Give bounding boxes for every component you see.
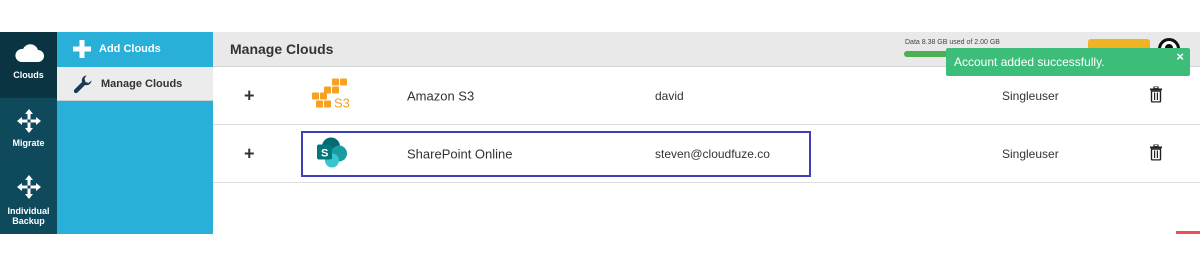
amazon-s3-logo: S3 [310, 78, 354, 113]
nav-item-migrate[interactable]: Migrate [0, 102, 57, 162]
cloud-type: Singleuser [1002, 146, 1059, 161]
nav-item-clouds[interactable]: Clouds [0, 32, 57, 98]
cloud-type: Singleuser [1002, 88, 1059, 103]
plus-icon [73, 40, 91, 58]
cloud-name: Amazon S3 [407, 88, 475, 103]
storage-usage-text: Data 8.38 GB used of 2.00 GB [905, 39, 1000, 46]
manage-clouds-button[interactable]: Manage Clouds [57, 67, 213, 101]
page-title: Manage Clouds [230, 41, 334, 57]
expand-button[interactable]: + [244, 143, 255, 164]
svg-text:S3: S3 [334, 95, 350, 110]
primary-nav: Clouds Migrate Individual Backup [0, 32, 57, 234]
table-row: + S SharePoint Online steven@cloudfuze.c… [213, 125, 1200, 183]
trash-icon[interactable] [1149, 85, 1163, 105]
toast-message: Account added successfully. [954, 55, 1105, 69]
trash-icon[interactable] [1149, 143, 1163, 163]
add-clouds-button[interactable]: Add Clouds [57, 32, 213, 66]
nav-item-label: Individual Backup [7, 206, 50, 226]
add-clouds-label: Add Clouds [99, 43, 161, 55]
secondary-nav: Add Clouds Manage Clouds [57, 32, 213, 234]
nav-item-label: Clouds [13, 70, 44, 80]
move-arrows-icon [16, 175, 41, 199]
nav-item-label: Migrate [12, 138, 45, 148]
cloud-user: steven@cloudfuze.co [655, 146, 770, 161]
svg-text:S: S [321, 147, 328, 159]
move-arrows-icon [16, 109, 41, 133]
nav-item-individual-backup[interactable]: Individual Backup [0, 168, 57, 234]
edge-indicator [1176, 231, 1200, 234]
cloud-user: david [655, 88, 684, 103]
manage-clouds-label: Manage Clouds [101, 77, 183, 90]
wrench-icon [73, 75, 92, 93]
cloud-icon [14, 44, 44, 62]
expand-button[interactable]: + [244, 85, 255, 106]
close-icon[interactable]: × [1176, 49, 1184, 64]
success-toast: Account added successfully. × [946, 48, 1190, 76]
cloud-name: SharePoint Online [407, 146, 513, 161]
sharepoint-logo: S [316, 136, 350, 171]
